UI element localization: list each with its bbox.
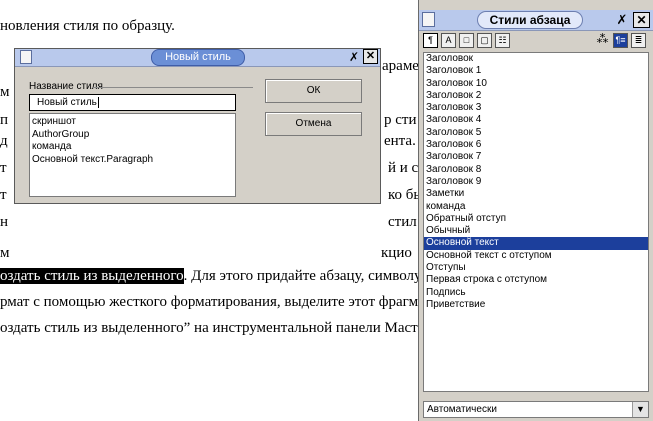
style-list-item[interactable]: Обычный	[424, 225, 648, 237]
doc-fragment: араме	[382, 58, 419, 74]
doc-fragment: т	[0, 160, 7, 176]
style-list-item[interactable]: Заголовок 3	[424, 102, 648, 114]
doc-fragment: ента.	[384, 133, 416, 149]
doc-fragment: д	[0, 133, 8, 149]
new-style-from-selection-icon[interactable]: ¶≡	[613, 33, 628, 48]
pin-icon[interactable]: ✗	[614, 12, 630, 28]
style-filter-select[interactable]: Автоматически ▼	[423, 401, 649, 418]
style-list-item[interactable]: Отступы	[424, 262, 648, 274]
cancel-button[interactable]: Отмена	[265, 112, 362, 136]
chevron-down-icon[interactable]: ▼	[632, 402, 648, 417]
frame-styles-icon[interactable]: □	[459, 33, 474, 48]
doc-fragment: т	[0, 187, 7, 203]
style-list-item[interactable]: Обратный отступ	[424, 213, 648, 225]
ok-button[interactable]: ОК	[265, 79, 362, 103]
close-icon[interactable]: ✕	[633, 12, 650, 28]
doc-line-4: оздать стиль из выделенного” на инструме…	[0, 320, 432, 336]
style-list-item[interactable]: Заголовок 10	[424, 78, 648, 90]
doc-fragment: р сти	[384, 112, 417, 128]
dialog-titlebar[interactable]: Новый стиль ✗ ✕	[15, 49, 380, 67]
style-filter-value: Автоматически	[427, 404, 497, 415]
doc-fragment: м	[0, 245, 10, 261]
style-list-item[interactable]: Первая строка с отступом	[424, 274, 648, 286]
style-name-value: Новый стиль	[37, 97, 97, 108]
style-list-item[interactable]: Заголовок 4	[424, 114, 648, 126]
styles-panel: Стили абзаца ✗ ✕ ¶ A □ ▢ ☷ ⁂ ¶≡ ≣ Заголо…	[418, 0, 653, 421]
styles-panel-titlebar[interactable]: Стили абзаца ✗ ✕	[419, 10, 653, 31]
existing-style-item[interactable]: Основной текст.Paragraph	[30, 154, 235, 167]
doc-fragment: кцио	[381, 245, 412, 261]
style-list-item[interactable]: Заголовок	[424, 53, 648, 65]
styles-panel-title: Стили абзаца	[477, 11, 583, 29]
paragraph-styles-icon[interactable]: ¶	[423, 33, 438, 48]
style-name-input[interactable]: Новый стиль	[29, 94, 236, 111]
existing-style-item[interactable]: скриншот	[30, 116, 235, 129]
style-list-item[interactable]: Заголовок 1	[424, 65, 648, 77]
dialog-title: Новый стиль	[151, 49, 245, 66]
text-caret	[97, 96, 99, 108]
doc-line-2: оздать стиль из выделенного. Для этого п…	[0, 268, 422, 285]
page-styles-icon[interactable]: ▢	[477, 33, 492, 48]
doc-line-2-rest: . Для этого придайте абзацу, символу	[183, 268, 422, 284]
doc-fragment: стил	[388, 214, 417, 230]
style-list-item[interactable]: Заголовок 2	[424, 90, 648, 102]
style-list-item[interactable]: Подпись	[424, 287, 648, 299]
new-style-dialog: Новый стиль ✗ ✕ Название стиля Новый сти…	[14, 48, 381, 204]
close-icon[interactable]: ✕	[363, 49, 378, 64]
style-list-item[interactable]: Основной текст с отступом	[424, 250, 648, 262]
fill-format-icon[interactable]: ⁂	[595, 33, 610, 48]
style-list-item[interactable]: Основной текст	[424, 237, 648, 250]
doc-fragment: м	[0, 84, 10, 100]
doc-fragment: п	[0, 112, 9, 128]
update-style-icon[interactable]: ≣	[631, 33, 646, 48]
style-list-item[interactable]: Заметки	[424, 188, 648, 200]
existing-styles-list[interactable]: скриншот AuthorGroup команда Основной текст…	[29, 113, 236, 197]
list-styles-icon[interactable]: ☷	[495, 33, 510, 48]
doc-line-1: новления стиля по образцу.	[0, 18, 175, 34]
existing-style-item[interactable]: команда	[30, 141, 235, 154]
document-icon	[20, 50, 32, 64]
doc-fragment: й и с	[388, 160, 419, 176]
style-list-item[interactable]: Приветствие	[424, 299, 648, 311]
style-list-item[interactable]: команда	[424, 201, 648, 213]
document-icon	[422, 12, 435, 27]
pin-icon[interactable]: ✗	[347, 49, 361, 65]
doc-highlight: оздать стиль из выделенного	[0, 268, 184, 284]
group-divider	[93, 87, 253, 88]
style-list-item[interactable]: Заголовок 9	[424, 176, 648, 188]
style-list-item[interactable]: Заголовок 7	[424, 151, 648, 163]
style-name-label: Название стиля	[29, 81, 103, 92]
character-styles-icon[interactable]: A	[441, 33, 456, 48]
existing-style-item[interactable]: AuthorGroup	[30, 129, 235, 142]
doc-line-3: рмат с помощью жесткого форматирования, …	[0, 294, 425, 310]
doc-fragment: н	[0, 214, 9, 230]
style-list-item[interactable]: Заголовок 6	[424, 139, 648, 151]
style-list-item[interactable]: Заголовок 8	[424, 164, 648, 176]
style-list[interactable]: Заголовок Заголовок 1 Заголовок 10 Заголово…	[423, 52, 649, 392]
style-list-item[interactable]: Заголовок 5	[424, 127, 648, 139]
